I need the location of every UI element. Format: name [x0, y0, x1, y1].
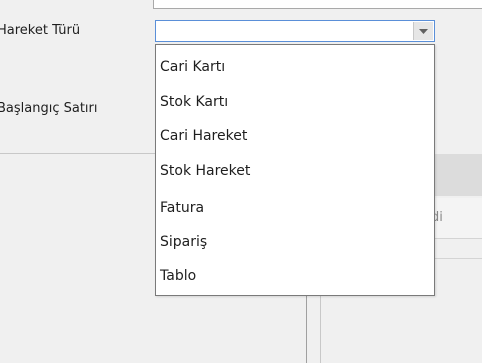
grid-header [430, 154, 482, 196]
dropdown-item-siparis[interactable]: Sipariş [160, 234, 207, 250]
combobox-dropdown-button[interactable] [413, 22, 433, 40]
hareket-turu-combobox[interactable] [155, 20, 435, 42]
panel-border [320, 296, 321, 363]
chevron-down-icon [419, 28, 428, 34]
dropdown-item-stok-karti[interactable]: Stok Kartı [160, 94, 228, 110]
baslangic-satiri-label: Başlangıç Satırı [0, 101, 98, 116]
dropdown-item-fatura[interactable]: Fatura [160, 200, 204, 216]
grid-row-divider [430, 258, 482, 259]
top-input-field[interactable] [153, 0, 482, 9]
dropdown-item-cari-hareket[interactable]: Cari Hareket [160, 128, 247, 144]
dropdown-item-cari-karti[interactable]: Cari Kartı [160, 59, 225, 75]
section-divider [0, 153, 160, 154]
hareket-turu-dropdown-list: Cari Kartı Stok Kartı Cari Hareket Stok … [155, 44, 435, 296]
panel-splitter[interactable] [306, 296, 307, 363]
hareket-turu-label: Hareket Türü [0, 23, 81, 38]
dropdown-item-tablo[interactable]: Tablo [160, 268, 196, 284]
dropdown-item-stok-hareket[interactable]: Stok Hareket [160, 163, 250, 179]
